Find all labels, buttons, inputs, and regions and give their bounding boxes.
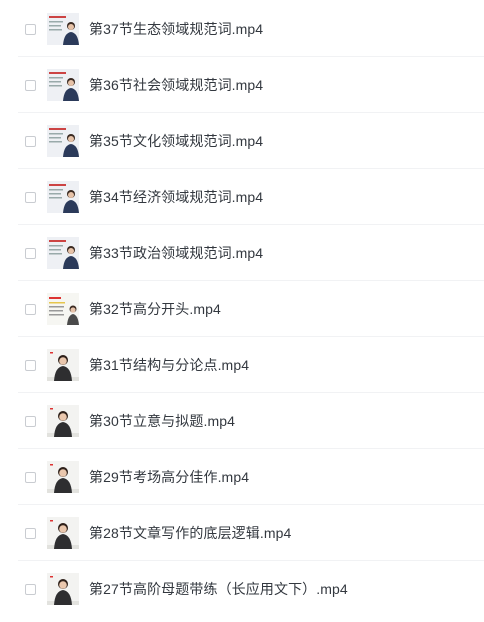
video-thumbnail[interactable] [47, 573, 79, 605]
file-row[interactable]: 第27节高阶母题带练（长应用文下）.mp4 [0, 561, 484, 617]
file-name[interactable]: 第28节文章写作的底层逻辑.mp4 [89, 523, 291, 543]
file-row[interactable]: 第34节经济领域规范词.mp4 [0, 169, 484, 225]
select-checkbox[interactable] [25, 471, 36, 483]
file-name[interactable]: 第34节经济领域规范词.mp4 [89, 187, 263, 207]
file-name[interactable]: 第37节生态领域规范词.mp4 [89, 19, 263, 39]
video-thumbnail[interactable] [47, 405, 79, 437]
select-checkbox[interactable] [25, 415, 36, 427]
select-checkbox[interactable] [25, 23, 36, 35]
select-checkbox[interactable] [25, 191, 36, 203]
video-thumbnail[interactable] [47, 237, 79, 269]
file-name[interactable]: 第35节文化领域规范词.mp4 [89, 131, 263, 151]
file-row[interactable]: 第31节结构与分论点.mp4 [0, 337, 484, 393]
file-row[interactable]: 第29节考场高分佳作.mp4 [0, 449, 484, 505]
select-checkbox[interactable] [25, 247, 36, 259]
video-thumbnail[interactable] [47, 293, 79, 325]
file-list: 第37节生态领域规范词.mp4 第36节社会领域规范词.mp4 第35节文化领域规范… [0, 0, 484, 622]
file-row[interactable]: 第28节文章写作的底层逻辑.mp4 [0, 505, 484, 561]
select-checkbox[interactable] [25, 359, 36, 371]
video-thumbnail[interactable] [47, 69, 79, 101]
file-row[interactable]: 第35节文化领域规范词.mp4 [0, 113, 484, 169]
file-row[interactable]: 第37节生态领域规范词.mp4 [0, 1, 484, 57]
select-checkbox[interactable] [25, 135, 36, 147]
video-thumbnail[interactable] [47, 461, 79, 493]
video-thumbnail[interactable] [47, 349, 79, 381]
file-name[interactable]: 第30节立意与拟题.mp4 [89, 411, 235, 431]
file-row[interactable]: 第32节高分开头.mp4 [0, 281, 484, 337]
video-thumbnail[interactable] [47, 181, 79, 213]
video-thumbnail[interactable] [47, 13, 79, 45]
file-name[interactable]: 第33节政治领域规范词.mp4 [89, 243, 263, 263]
file-name[interactable]: 第31节结构与分论点.mp4 [89, 355, 249, 375]
select-checkbox[interactable] [25, 527, 36, 539]
video-thumbnail[interactable] [47, 517, 79, 549]
select-checkbox[interactable] [25, 79, 36, 91]
select-checkbox[interactable] [25, 303, 36, 315]
file-row[interactable]: 第33节政治领域规范词.mp4 [0, 225, 484, 281]
file-name[interactable]: 第36节社会领域规范词.mp4 [89, 75, 263, 95]
select-checkbox[interactable] [25, 583, 36, 595]
file-row[interactable]: 第30节立意与拟题.mp4 [0, 393, 484, 449]
file-name[interactable]: 第27节高阶母题带练（长应用文下）.mp4 [89, 579, 348, 599]
video-thumbnail[interactable] [47, 125, 79, 157]
file-name[interactable]: 第32节高分开头.mp4 [89, 299, 221, 319]
file-name[interactable]: 第29节考场高分佳作.mp4 [89, 467, 249, 487]
file-row[interactable]: 第36节社会领域规范词.mp4 [0, 57, 484, 113]
